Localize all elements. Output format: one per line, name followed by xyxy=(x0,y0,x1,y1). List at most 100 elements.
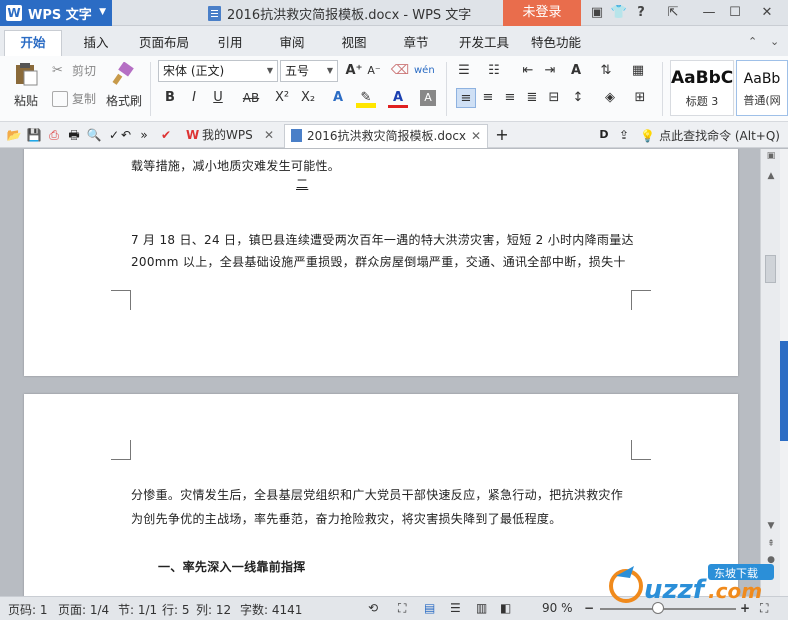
vertical-scrollbar[interactable]: ▣ ▲ ▼ ⇞ ● ⇟ xyxy=(760,149,780,596)
font-color-icon[interactable]: A xyxy=(388,88,408,108)
distribute-icon[interactable]: ⊟ xyxy=(544,88,564,108)
tab-chapter[interactable]: 章节 xyxy=(400,32,432,54)
underline-button[interactable]: U xyxy=(208,88,228,108)
login-button[interactable]: 未登录 xyxy=(503,0,581,26)
chevron-down-icon: ▼ xyxy=(99,7,106,17)
subscript-button[interactable]: X₂ xyxy=(298,88,318,108)
page-view-icon[interactable]: ▤ xyxy=(424,601,435,615)
superscript-button[interactable]: X² xyxy=(272,88,292,108)
line-spacing-icon[interactable]: ↕ xyxy=(568,88,588,108)
more-icon[interactable]: » xyxy=(136,127,152,143)
maximize-icon[interactable]: ☐ xyxy=(726,4,744,22)
export-pdf-icon[interactable]: ⎙ xyxy=(46,127,62,143)
zoom-level[interactable]: 90 % xyxy=(542,601,573,615)
increase-indent-icon[interactable]: ⇥ xyxy=(540,61,560,81)
tab-references[interactable]: 引用 xyxy=(214,32,246,54)
prev-page-icon[interactable]: ⇞ xyxy=(764,539,778,549)
zoom-out-button[interactable]: − xyxy=(584,601,594,615)
status-word-count[interactable]: 字数: 4141 xyxy=(240,601,302,618)
pinyin-icon[interactable]: wén xyxy=(414,61,435,81)
save-icon[interactable]: 💾 xyxy=(26,127,42,143)
table-borders-icon[interactable]: ▦ xyxy=(628,61,648,81)
cut-button[interactable]: ✂ 剪切 xyxy=(52,62,96,79)
reading-view-icon[interactable]: ▥ xyxy=(476,601,487,615)
tab-review[interactable]: 审阅 xyxy=(276,32,308,54)
tab-page-layout[interactable]: 页面布局 xyxy=(136,32,192,54)
scroll-thumb[interactable] xyxy=(765,255,776,283)
shirt-icon[interactable]: 👕 xyxy=(610,4,628,22)
decrease-indent-icon[interactable]: ⇤ xyxy=(518,61,538,81)
doc-cloud-icon[interactable]: D xyxy=(596,127,612,143)
full-screen-view-icon[interactable]: ⛶ xyxy=(398,601,406,616)
style-sample: AaBbC xyxy=(671,68,734,88)
close-icon[interactable]: ✕ xyxy=(471,125,481,147)
paste-button[interactable]: 粘贴 xyxy=(8,62,44,109)
italic-button[interactable]: I xyxy=(184,88,204,108)
char-shading-icon[interactable]: A xyxy=(420,90,436,106)
status-page-no[interactable]: 页码: 1 xyxy=(8,601,48,618)
print-icon[interactable]: 🖶 xyxy=(66,127,82,143)
align-center-icon[interactable]: ≡ xyxy=(478,88,498,108)
format-painter-button[interactable]: 格式刷 xyxy=(104,62,144,109)
tab-special[interactable]: 特色功能 xyxy=(528,32,584,54)
shading-icon[interactable]: ◈ xyxy=(600,88,620,108)
style-normal[interactable]: AaBb 普通(网 xyxy=(736,60,788,116)
copy-button[interactable]: 复制 xyxy=(52,90,96,107)
panel-icon[interactable]: ▣ xyxy=(764,151,778,161)
skin-icon[interactable]: ▣ xyxy=(588,4,606,22)
scroll-down-icon[interactable]: ▼ xyxy=(764,521,778,531)
paragraph-line: 载等措施，减小地质灾难发生可能性。 xyxy=(131,159,341,173)
paragraph-line: 7 月 18 日、24 日，镇巴县连续遭受两次百年一遇的特大洪涝灾害，短短 2 … xyxy=(131,233,634,247)
status-col: 列: 12 xyxy=(196,603,232,617)
minimize-icon[interactable]: — xyxy=(700,4,718,22)
close-icon[interactable]: ✕ xyxy=(264,124,274,146)
revision-icon[interactable]: ⟲ xyxy=(368,601,378,615)
bullet-list-icon[interactable]: ☰ xyxy=(454,61,474,81)
highlight-icon[interactable]: ✎ xyxy=(356,88,376,108)
style-heading3[interactable]: AaBbC 标题 3 xyxy=(670,60,734,116)
zoom-slider[interactable] xyxy=(600,608,736,610)
justify-icon[interactable]: ≣ xyxy=(522,88,542,108)
undo-icon[interactable]: ↶ xyxy=(118,127,134,143)
expand-icon[interactable]: ⌄ xyxy=(770,35,779,48)
change-case-icon[interactable]: A xyxy=(566,61,586,81)
numbered-list-icon[interactable]: ☷ xyxy=(484,61,504,81)
print-preview-icon[interactable]: 🔍 xyxy=(86,127,102,143)
fullscreen-icon[interactable]: ⇱ xyxy=(664,4,682,22)
tab-view[interactable]: 视图 xyxy=(338,32,370,54)
borders-icon[interactable]: ⊞ xyxy=(630,88,650,108)
scroll-up-icon[interactable]: ▲ xyxy=(764,171,778,181)
side-panel-toggle[interactable] xyxy=(780,341,788,441)
strikethrough-button[interactable]: AB xyxy=(240,88,262,108)
sort-icon[interactable]: ⇅ xyxy=(596,61,616,81)
font-size-select[interactable]: 五号 ▼ xyxy=(280,60,338,82)
align-left-icon[interactable]: ≡ xyxy=(456,88,476,108)
ribbon-collapse-icon[interactable]: ⌃ xyxy=(748,35,757,48)
ribbon-divider xyxy=(662,62,663,116)
grow-font-icon[interactable]: A⁺ xyxy=(344,61,364,81)
document-area[interactable]: 载等措施，减小地质灾难发生可能性。 二 7 月 18 日、24 日，镇巴县连续遭… xyxy=(0,149,760,596)
app-menu-button[interactable]: W WPS 文字 ▼ xyxy=(0,0,112,26)
tab-current-document[interactable]: 2016抗洪救灾简报模板.docx ✕ xyxy=(284,124,488,148)
new-tab-icon[interactable]: + xyxy=(494,127,510,143)
clear-format-icon[interactable]: ⌫ xyxy=(390,61,410,81)
tab-developer[interactable]: 开发工具 xyxy=(456,32,512,54)
tab-home[interactable]: 开始 xyxy=(4,30,62,56)
paragraph-line: 为创先争优的主战场，率先垂范，奋力抢险救灾，将灾害损失降到了最低程度。 xyxy=(131,512,562,526)
share-icon[interactable]: ⇪ xyxy=(616,127,632,143)
open-folder-icon[interactable]: 📂 xyxy=(6,127,22,143)
bold-button[interactable]: B xyxy=(160,88,180,108)
ribbon: 粘贴 ✂ 剪切 复制 格式刷 宋体 (正文) ▼ 五号 ▼ A⁺ A⁻ ⌫ wé… xyxy=(0,56,788,122)
help-icon[interactable]: ? xyxy=(632,4,650,22)
shrink-font-icon[interactable]: A⁻ xyxy=(364,61,384,81)
command-search[interactable]: 💡 点此查找命令 (Alt+Q) xyxy=(640,127,780,144)
tab-insert[interactable]: 插入 xyxy=(78,32,114,54)
font-name-select[interactable]: 宋体 (正文) ▼ xyxy=(158,60,278,82)
tab-my-wps[interactable]: W 我的WPS ✕ xyxy=(180,124,280,148)
text-effect-icon[interactable]: A xyxy=(328,88,348,108)
outline-view-icon[interactable]: ☰ xyxy=(450,601,461,615)
web-view-icon[interactable]: ◧ xyxy=(500,601,511,615)
align-right-icon[interactable]: ≡ xyxy=(500,88,520,108)
pin-icon[interactable]: ✔ xyxy=(158,127,174,143)
close-icon[interactable]: ✕ xyxy=(758,4,776,22)
